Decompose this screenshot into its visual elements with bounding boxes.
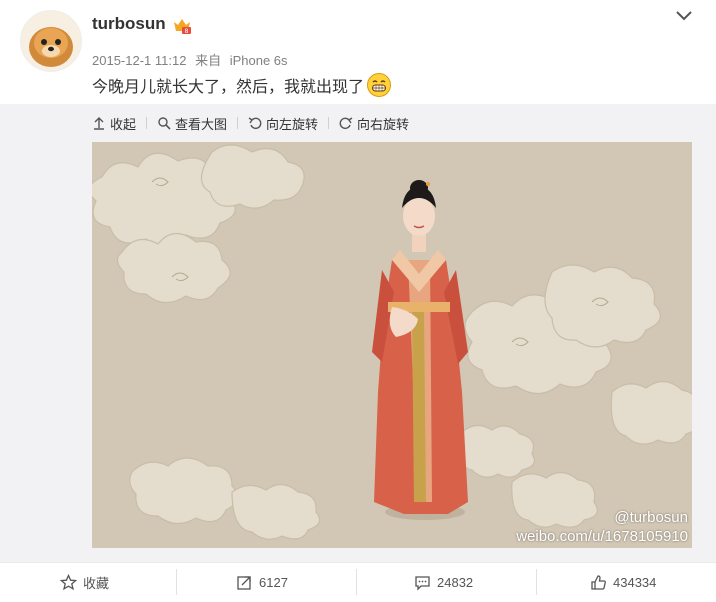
rotate-right-label: 向右旋转 [357, 116, 410, 132]
favorite-button[interactable]: 收藏 [60, 563, 109, 602]
username[interactable]: turbosun [92, 14, 166, 34]
rotate-left-icon [248, 117, 262, 130]
action-bar: 收藏 6127 24832 434334 [0, 562, 716, 602]
magnifier-icon [158, 117, 171, 130]
action-divider [176, 569, 177, 595]
dropdown-caret-icon[interactable] [674, 8, 694, 24]
source-prefix: 来自 [195, 53, 222, 68]
like-icon [591, 575, 606, 590]
star-icon [60, 574, 77, 591]
collapse-icon [94, 117, 104, 130]
collapse-button[interactable]: 收起 [92, 114, 136, 133]
rotate-left-label: 向左旋转 [266, 116, 319, 132]
toolbar-divider [146, 117, 148, 129]
action-divider [356, 569, 357, 595]
post-text-row: 今晚月儿就长大了，然后，我就出现了 [92, 72, 392, 98]
toolbar-divider [328, 117, 330, 129]
comment-count: 24832 [437, 575, 474, 590]
like-button[interactable]: 434334 [590, 563, 656, 602]
view-large-label: 查看大图 [175, 116, 228, 132]
watermark-url: weibo.com/u/1678105910 [516, 528, 688, 545]
media-panel: 收起 查看大图 向左旋转 向右旋转 @turbosun weibo.com/u/… [0, 104, 716, 562]
rotate-left-button[interactable]: 向左旋转 [248, 114, 318, 133]
rotate-right-icon [339, 117, 353, 130]
collapse-label: 收起 [110, 116, 137, 132]
repost-icon [237, 576, 251, 590]
image-watermark: @turbosun weibo.com/u/1678105910 [516, 508, 688, 546]
comment-icon [415, 576, 430, 591]
avatar[interactable] [20, 10, 82, 72]
vip-badge-icon[interactable]: 8 [172, 16, 192, 36]
watermark-handle: @turbosun [614, 509, 688, 526]
svg-text:8: 8 [185, 28, 189, 35]
grin-emoji-icon [367, 73, 392, 97]
favorite-label: 收藏 [83, 576, 110, 591]
weibo-post: turbosun 8 2015-12-1 11:12 来自 iPhone 6s … [0, 0, 716, 602]
comment-button[interactable]: 24832 [414, 563, 473, 602]
post-timestamp[interactable]: 2015-12-1 11:12 [92, 53, 186, 68]
photo-illustration [92, 142, 692, 548]
repost-count: 6127 [259, 575, 288, 590]
post-meta: 2015-12-1 11:12 来自 iPhone 6s [92, 50, 293, 69]
like-count: 434334 [613, 575, 657, 590]
media-toolbar: 收起 查看大图 向左旋转 向右旋转 [92, 113, 409, 133]
post-text: 今晚月儿就长大了，然后，我就出现了 [92, 79, 365, 96]
post-photo[interactable]: @turbosun weibo.com/u/1678105910 [92, 142, 692, 548]
post-source[interactable]: iPhone 6s [230, 53, 288, 68]
toolbar-divider [237, 117, 239, 129]
view-large-button[interactable]: 查看大图 [157, 114, 227, 133]
rotate-right-button[interactable]: 向右旋转 [339, 114, 409, 133]
repost-button[interactable]: 6127 [236, 563, 288, 602]
action-divider [536, 569, 537, 595]
